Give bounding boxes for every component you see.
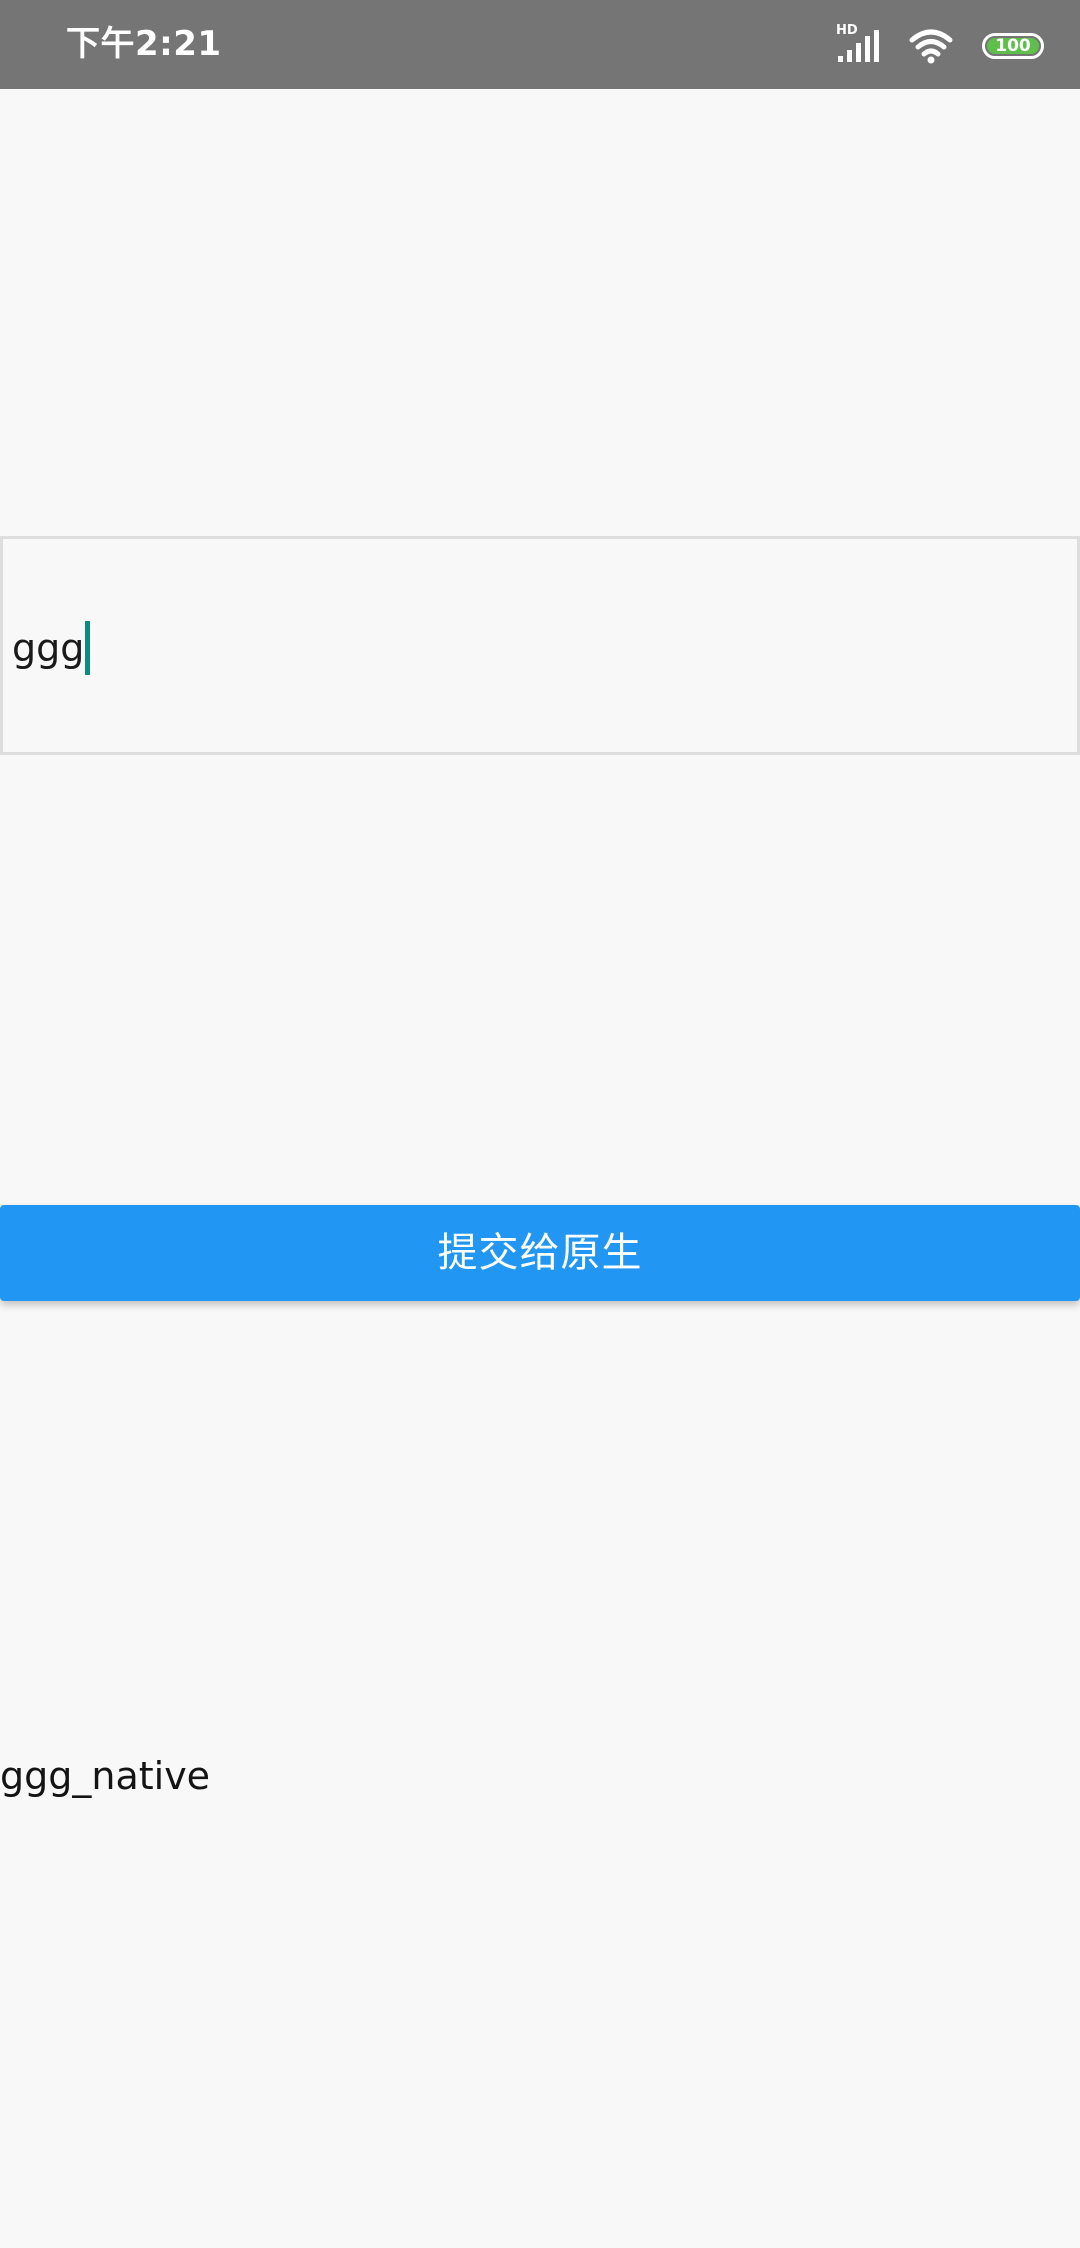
battery-level: 100 <box>995 36 1031 56</box>
wifi-icon <box>908 28 954 64</box>
text-input-content[interactable]: ggg <box>12 620 91 676</box>
text-cursor <box>85 621 91 675</box>
status-icons: HD 100 <box>836 24 1044 66</box>
text-input-field[interactable]: ggg <box>0 536 1080 755</box>
submit-button-label: 提交给原生 <box>437 1230 643 1276</box>
submit-to-native-button[interactable]: 提交给原生 <box>0 1205 1080 1301</box>
battery-icon: 100 <box>982 33 1044 59</box>
text-input-value[interactable]: ggg <box>12 620 84 676</box>
native-result-text: ggg_native <box>0 1754 211 1798</box>
app-screen: 下午2:21 HD 100 ggg 提交给原生 ggg_native <box>0 0 1080 2248</box>
status-bar: 下午2:21 HD 100 <box>0 0 1080 89</box>
signal-icon: HD <box>836 24 882 64</box>
status-time: 下午2:21 <box>66 24 222 64</box>
